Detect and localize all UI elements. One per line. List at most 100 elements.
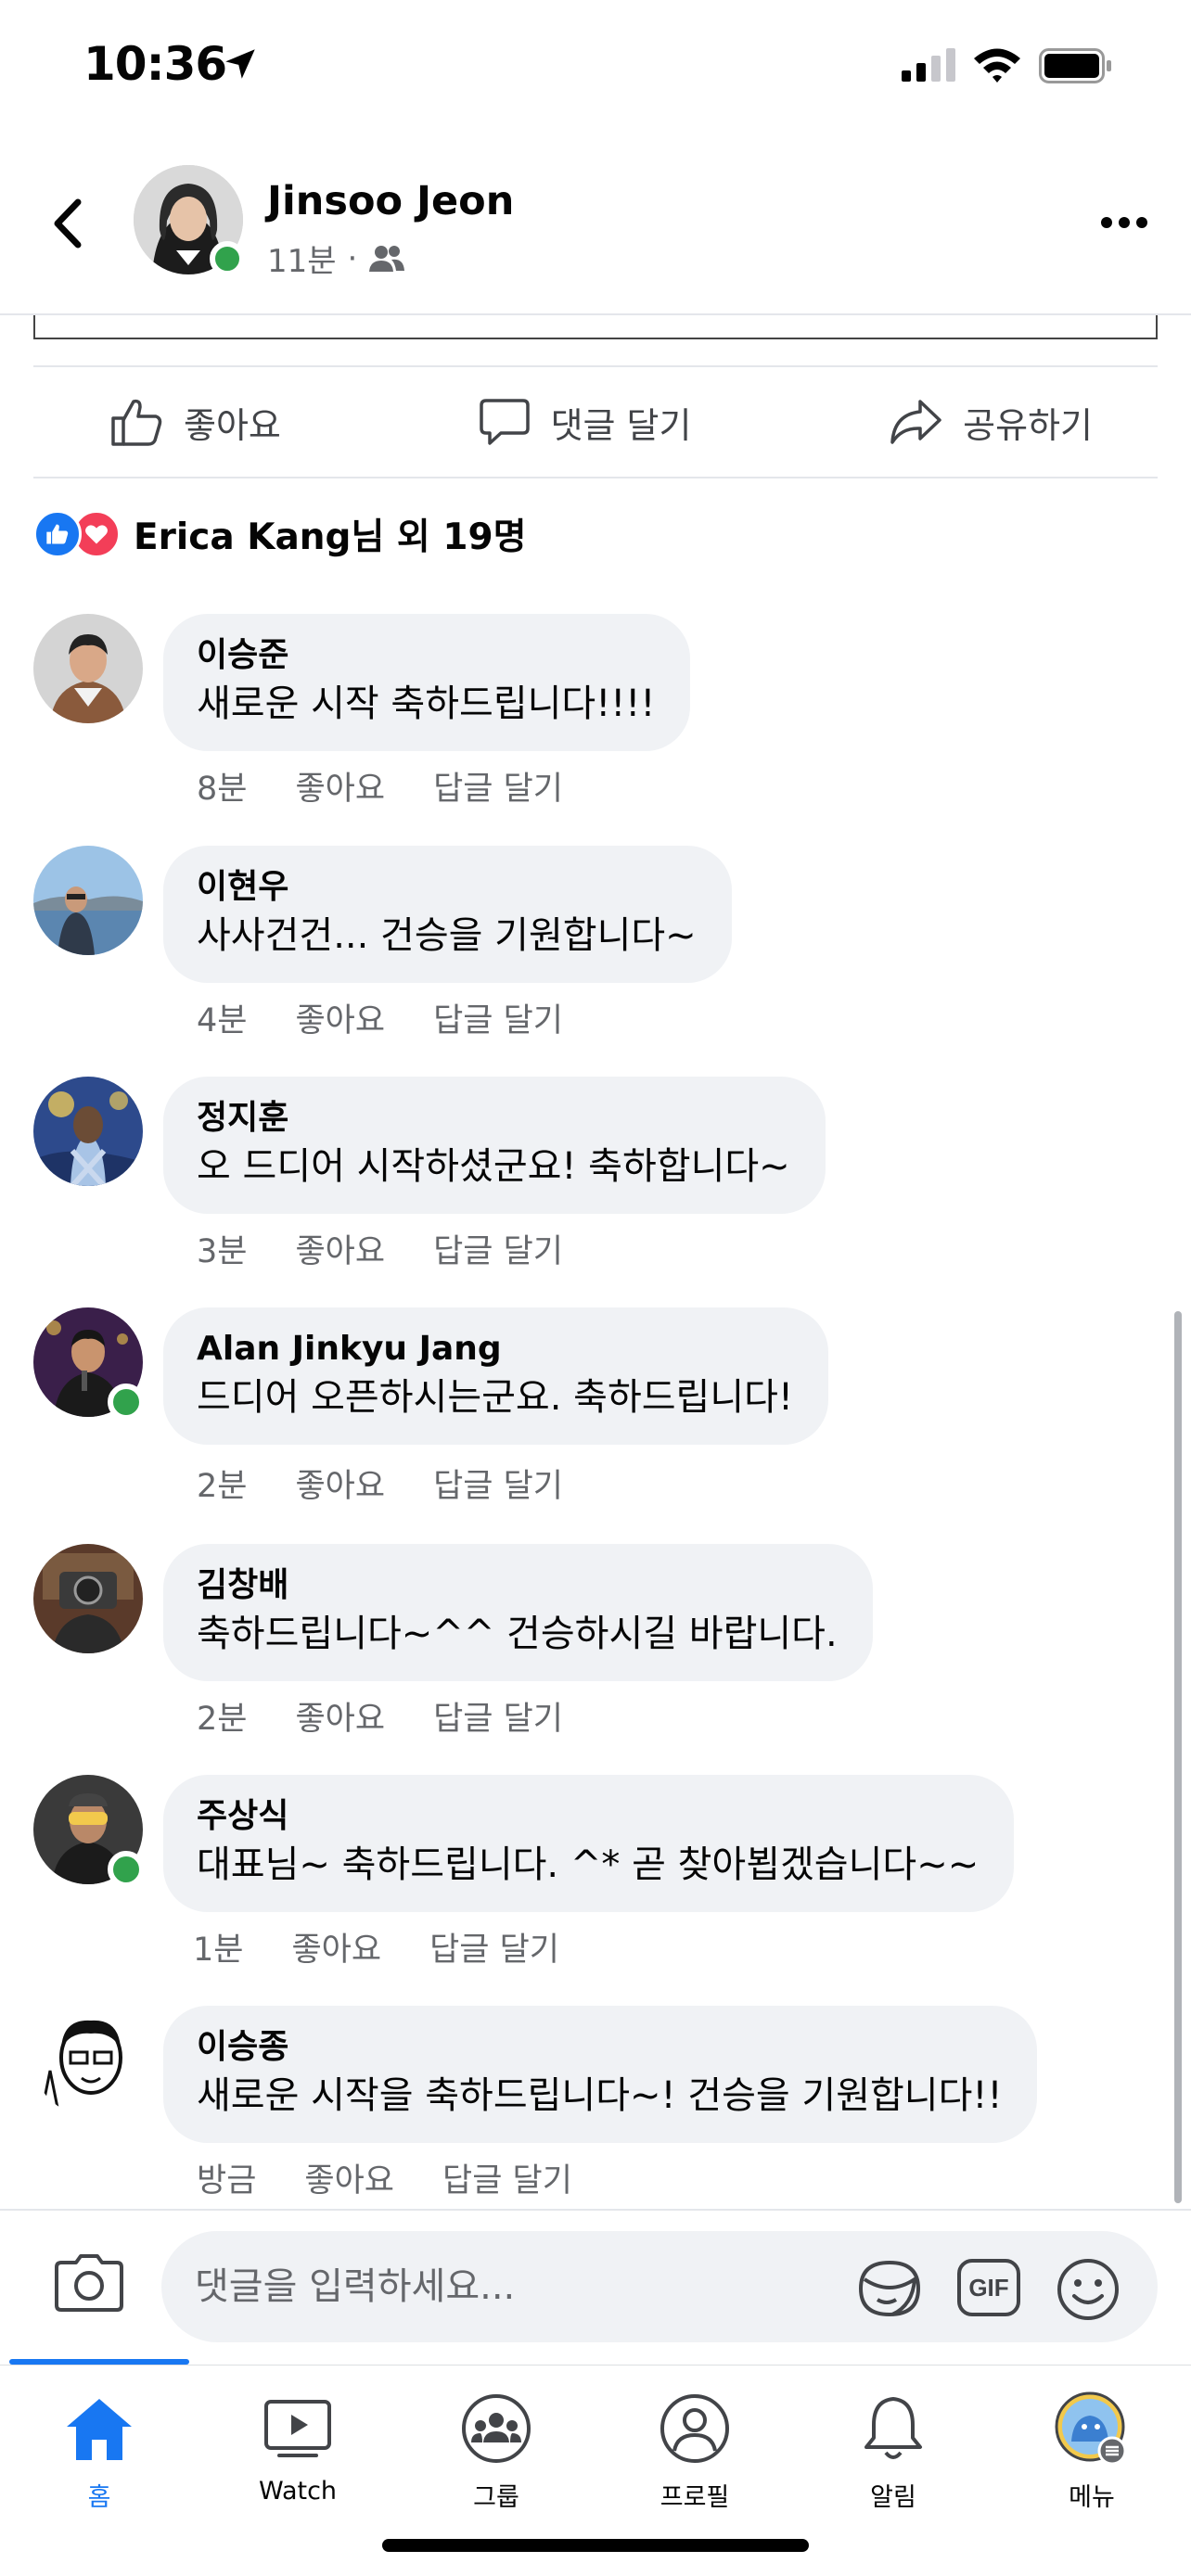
reactions-summary[interactable]: Erica Kang님 외 19명 [33,508,527,560]
comment-time: 8분 [197,771,248,808]
comment-bubble[interactable]: 이승종 새로운 시작을 축하드립니다~! 건승을 기원합니다!! [163,2006,1038,2143]
reactions-count-text: Erica Kang님 외 19명 [134,516,527,558]
commenter-name[interactable]: 이현우 [197,864,697,911]
commenter-name[interactable]: 이승준 [197,632,655,679]
tab-label: 홈 [87,2483,111,2512]
comment-bubble[interactable]: Alan Jinkyu Jang 드디어 오픈하시는군요. 축하드립니다! [163,1307,828,1445]
sticker-icon[interactable] [855,2257,924,2320]
comment-bubble[interactable]: 이승준 새로운 시작 축하드립니다!!!! [163,614,691,751]
comment-bubble[interactable]: 김창배 축하드립니다~^^ 건승하시길 바랍니다. [163,1544,873,1681]
scrollbar[interactable] [1174,1311,1182,2203]
commenter-avatar[interactable] [33,1077,143,1186]
post-action-row: 좋아요 댓글 달기 공유하기 [33,365,1158,478]
comment-meta: 방금 좋아요 답글 달기 [197,2154,572,2201]
post-time: 11분 [267,243,337,280]
comment-reply-button[interactable]: 답글 달기 [442,2154,572,2201]
comment-time: 4분 [197,1002,248,1039]
comment-bubble[interactable]: 이현우 사사건건... 건승을 기원합니다~ [163,846,732,983]
comment-reply-button[interactable]: 답글 달기 [433,762,563,810]
tab-label: 메뉴 [1069,2483,1115,2512]
wifi-icon [974,48,1020,83]
online-status-dot [210,241,245,276]
commenter-name[interactable]: 주상식 [197,1793,979,1840]
emoji-icon[interactable] [1056,2257,1121,2322]
bell-icon [864,2397,922,2459]
menu-avatar-icon [1055,2391,1127,2466]
comment-meta: 1분 좋아요 답글 달기 [193,1923,559,1970]
post-content-edge [33,315,1158,339]
friends-audience-icon [369,245,405,272]
comment-reply-button[interactable]: 답글 달기 [433,1460,563,1507]
cellular-signal-icon [902,48,955,82]
more-options-button[interactable] [1100,215,1148,230]
comment-meta: 8분 좋아요 답글 달기 [197,762,563,810]
tab-watch[interactable]: Watch [198,2384,397,2523]
tab-home[interactable]: 홈 [0,2384,198,2523]
share-label: 공유하기 [963,404,1093,446]
comment-bubble-icon [479,399,530,445]
commenter-avatar[interactable] [33,1544,143,1653]
comment-like-button[interactable]: 좋아요 [291,1923,381,1970]
online-status-dot [108,1384,145,1421]
comment-bubble[interactable]: 정지훈 오 드디어 시작하셨군요! 축하합니다~ [163,1077,826,1214]
tab-menu[interactable]: 메뉴 [992,2384,1191,2523]
comment-like-button[interactable]: 좋아요 [295,1692,385,1740]
comment-meta: 2분 좋아요 답글 달기 [197,1460,563,1507]
share-button[interactable]: 공유하기 [889,397,1093,448]
tab-label: Watch [258,2477,338,2506]
comment-meta: 2분 좋아요 답글 달기 [197,1692,563,1740]
commenter-avatar[interactable] [33,614,143,723]
tab-label: 알림 [870,2483,916,2512]
comment-composer: GIF [0,2209,1191,2357]
comment-bubble[interactable]: 주상식 대표님~ 축하드립니다. ^* 곧 찾아뵙겠습니다~~ [163,1775,1015,1912]
comment-reply-button[interactable]: 답글 달기 [433,1692,563,1740]
comment-text: 축하드립니다~^^ 건승하시길 바랍니다. [197,1613,838,1655]
comment-like-button[interactable]: 좋아요 [304,2154,394,2201]
comment-like-button[interactable]: 좋아요 [295,1460,385,1507]
like-label: 좋아요 [184,404,281,446]
post-header: Jinsoo Jeon 11분 · [0,130,1191,315]
tab-profile[interactable]: 프로필 [596,2384,794,2523]
commenter-avatar[interactable] [33,846,143,955]
comment-label: 댓글 달기 [550,404,692,446]
meta-separator: · [347,239,358,277]
back-button[interactable] [45,191,91,256]
comment-reply-button[interactable]: 답글 달기 [433,1225,563,1272]
comment-text: 대표님~ 축하드립니다. ^* 곧 찾아뵙겠습니다~~ [197,1843,980,1886]
comment-text: 새로운 시작 축하드립니다!!!! [197,682,656,725]
home-icon [67,2399,132,2460]
like-button[interactable]: 좋아요 [109,396,281,448]
gif-button[interactable]: GIF [957,2259,1020,2316]
commenter-name[interactable]: 이승종 [197,2024,1002,2071]
tab-groups[interactable]: 그룹 [397,2384,596,2523]
comment-time: 1분 [193,1932,244,1969]
groups-icon [462,2394,531,2463]
comment-text: 오 드디어 시작하셨군요! 축하합니다~ [197,1145,790,1188]
comment-reply-button[interactable]: 답글 달기 [429,1923,559,1970]
status-bar: 10:36 [0,0,1191,130]
commenter-name[interactable]: 정지훈 [197,1095,790,1141]
commenter-name[interactable]: 김창배 [197,1562,838,1609]
post-meta: 11분 · [267,236,405,281]
comment-like-button[interactable]: 좋아요 [295,1225,385,1272]
commenter-avatar[interactable] [33,2006,143,2115]
comment-time: 2분 [197,1701,248,1738]
commenter-name[interactable]: Alan Jinkyu Jang [197,1326,793,1372]
comment-like-button[interactable]: 좋아요 [295,994,385,1041]
status-time: 10:36 [83,37,227,91]
comment-text: 사사건건... 건승을 기원합니다~ [197,914,697,957]
author-name[interactable]: Jinsoo Jeon [267,178,514,224]
tab-notifications[interactable]: 알림 [794,2384,992,2523]
comment-reply-button[interactable]: 답글 달기 [433,994,563,1041]
tab-label: 그룹 [473,2483,519,2512]
comment-like-button[interactable]: 좋아요 [295,762,385,810]
share-arrow-icon [890,400,941,444]
camera-icon[interactable] [54,2253,124,2313]
home-indicator [382,2539,809,2552]
location-arrow-icon [225,49,255,79]
comment-button[interactable]: 댓글 달기 [479,397,692,448]
profile-icon [660,2394,729,2463]
like-reaction-icon [33,510,82,558]
comment-meta: 4분 좋아요 답글 달기 [197,994,563,1041]
comment-time: 방금 [197,2162,257,2200]
